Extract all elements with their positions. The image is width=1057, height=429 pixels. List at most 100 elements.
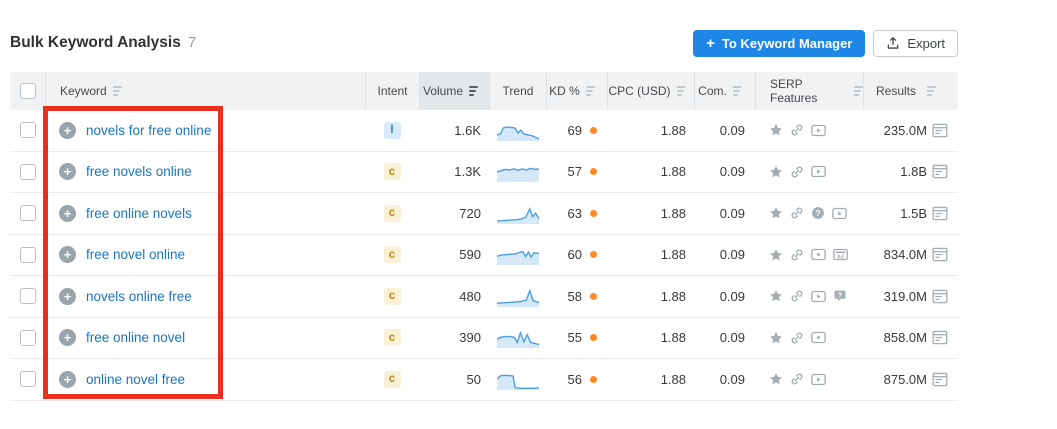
video-icon bbox=[811, 373, 826, 386]
checkbox-cell bbox=[10, 276, 45, 317]
results-cell: 319.0M bbox=[863, 276, 958, 317]
trend-sparkline bbox=[497, 286, 539, 307]
results-value: 235.0M bbox=[884, 123, 927, 138]
intent-cell: c bbox=[365, 193, 419, 234]
trend-sparkline bbox=[497, 327, 539, 348]
expand-plus-icon[interactable]: + bbox=[59, 329, 76, 346]
plus-icon: + bbox=[706, 36, 715, 51]
intent-badge[interactable]: c bbox=[384, 246, 401, 263]
star-icon bbox=[769, 206, 783, 220]
column-header-kd[interactable]: KD % bbox=[546, 72, 607, 110]
expand-plus-icon[interactable]: + bbox=[59, 371, 76, 388]
export-button[interactable]: Export bbox=[873, 30, 958, 57]
table-row: + novels for free online I 1.6K 69 1.88 … bbox=[10, 110, 958, 152]
keyword-link[interactable]: online novel free bbox=[86, 372, 185, 387]
volume-value: 1.3K bbox=[419, 152, 489, 193]
row-checkbox[interactable] bbox=[20, 371, 36, 387]
title-wrap: Bulk Keyword Analysis 7 bbox=[10, 34, 196, 52]
keyword-cell: + free online novels bbox=[45, 193, 365, 234]
table-header-row: KeywordIntentVolumeTrendKD %CPC (USD)Com… bbox=[10, 72, 958, 110]
results-value: 1.8B bbox=[900, 164, 927, 179]
keyword-link[interactable]: free online novels bbox=[86, 206, 192, 221]
results-value: 875.0M bbox=[884, 372, 927, 387]
kd-difficulty-dot bbox=[590, 168, 597, 175]
keyword-link[interactable]: free novel online bbox=[86, 247, 185, 262]
cpc-value: 1.88 bbox=[607, 318, 694, 359]
row-checkbox[interactable] bbox=[20, 164, 36, 180]
row-checkbox[interactable] bbox=[20, 330, 36, 346]
export-icon bbox=[886, 36, 900, 50]
sort-icon[interactable] bbox=[927, 86, 936, 96]
row-checkbox[interactable] bbox=[20, 288, 36, 304]
row-checkbox[interactable] bbox=[20, 122, 36, 138]
kd-value: 63 bbox=[568, 206, 582, 221]
column-header-results[interactable]: Results bbox=[863, 72, 958, 110]
keyword-link[interactable]: free online novel bbox=[86, 330, 185, 345]
star-icon bbox=[769, 248, 783, 262]
link-icon bbox=[790, 206, 804, 220]
intent-badge[interactable]: c bbox=[384, 205, 401, 222]
topbar: Bulk Keyword Analysis 7 + To Keyword Man… bbox=[10, 28, 958, 58]
expand-plus-icon[interactable]: + bbox=[59, 163, 76, 180]
table-row: + online novel free c 50 56 1.88 0.09 87… bbox=[10, 359, 958, 401]
select-all-checkbox[interactable] bbox=[20, 83, 36, 99]
intent-badge[interactable]: c bbox=[384, 371, 401, 388]
svg-text:?: ? bbox=[838, 291, 843, 300]
column-header-cpc[interactable]: CPC (USD) bbox=[607, 72, 694, 110]
trend-sparkline bbox=[497, 161, 539, 182]
intent-badge[interactable]: c bbox=[384, 163, 401, 180]
keyword-link[interactable]: novels online free bbox=[86, 289, 192, 304]
column-label: Keyword bbox=[60, 84, 107, 98]
sort-icon[interactable] bbox=[586, 86, 595, 96]
keyword-link[interactable]: free novels online bbox=[86, 164, 192, 179]
link-icon bbox=[790, 165, 804, 179]
column-label: Trend bbox=[503, 84, 534, 98]
sort-icon[interactable] bbox=[113, 86, 122, 96]
column-header-com[interactable]: Com. bbox=[694, 72, 755, 110]
intent-cell: c bbox=[365, 235, 419, 276]
expand-plus-icon[interactable]: + bbox=[59, 205, 76, 222]
column-header-keyword[interactable]: Keyword bbox=[45, 72, 365, 110]
kd-value: 58 bbox=[568, 289, 582, 304]
intent-badge[interactable]: c bbox=[384, 329, 401, 346]
intent-cell: c bbox=[365, 152, 419, 193]
volume-value: 50 bbox=[419, 359, 489, 400]
keyword-link[interactable]: novels for free online bbox=[86, 123, 211, 138]
sort-icon[interactable] bbox=[677, 86, 686, 96]
results-cell: 875.0M bbox=[863, 359, 958, 400]
keyword-count: 7 bbox=[188, 34, 196, 51]
column-header-volume[interactable]: Volume bbox=[419, 72, 489, 110]
question-circle-icon: ? bbox=[811, 206, 825, 220]
sort-icon[interactable] bbox=[733, 86, 742, 96]
keyword-cell: + free online novel bbox=[45, 318, 365, 359]
link-icon bbox=[790, 289, 804, 303]
kd-cell: 69 bbox=[546, 110, 607, 151]
com-value: 0.09 bbox=[694, 359, 755, 400]
expand-plus-icon[interactable]: + bbox=[59, 122, 76, 139]
video-icon bbox=[811, 248, 826, 261]
faq-icon: ? bbox=[833, 289, 847, 303]
sort-icon[interactable] bbox=[469, 86, 478, 96]
column-header-trend: Trend bbox=[489, 72, 546, 110]
checkbox-cell bbox=[10, 318, 45, 359]
com-value: 0.09 bbox=[694, 235, 755, 276]
kd-cell: 57 bbox=[546, 152, 607, 193]
row-checkbox[interactable] bbox=[20, 205, 36, 221]
sort-icon[interactable] bbox=[854, 86, 863, 96]
expand-plus-icon[interactable]: + bbox=[59, 288, 76, 305]
kd-value: 56 bbox=[568, 372, 582, 387]
svg-text:?: ? bbox=[815, 208, 820, 218]
keyword-table: KeywordIntentVolumeTrendKD %CPC (USD)Com… bbox=[10, 72, 958, 401]
table-row: + free novels online c 1.3K 57 1.88 0.09… bbox=[10, 152, 958, 194]
intent-badge[interactable]: c bbox=[384, 288, 401, 305]
kd-value: 60 bbox=[568, 247, 582, 262]
row-checkbox[interactable] bbox=[20, 247, 36, 263]
expand-plus-icon[interactable]: + bbox=[59, 246, 76, 263]
intent-cell: c bbox=[365, 359, 419, 400]
column-label: Volume bbox=[423, 84, 463, 98]
column-header-serp[interactable]: SERP Features bbox=[755, 72, 863, 110]
intent-badge[interactable]: I bbox=[384, 122, 401, 139]
to-keyword-manager-button[interactable]: + To Keyword Manager bbox=[693, 30, 865, 57]
to-keyword-manager-label: To Keyword Manager bbox=[722, 36, 853, 51]
column-label: KD % bbox=[549, 84, 580, 98]
